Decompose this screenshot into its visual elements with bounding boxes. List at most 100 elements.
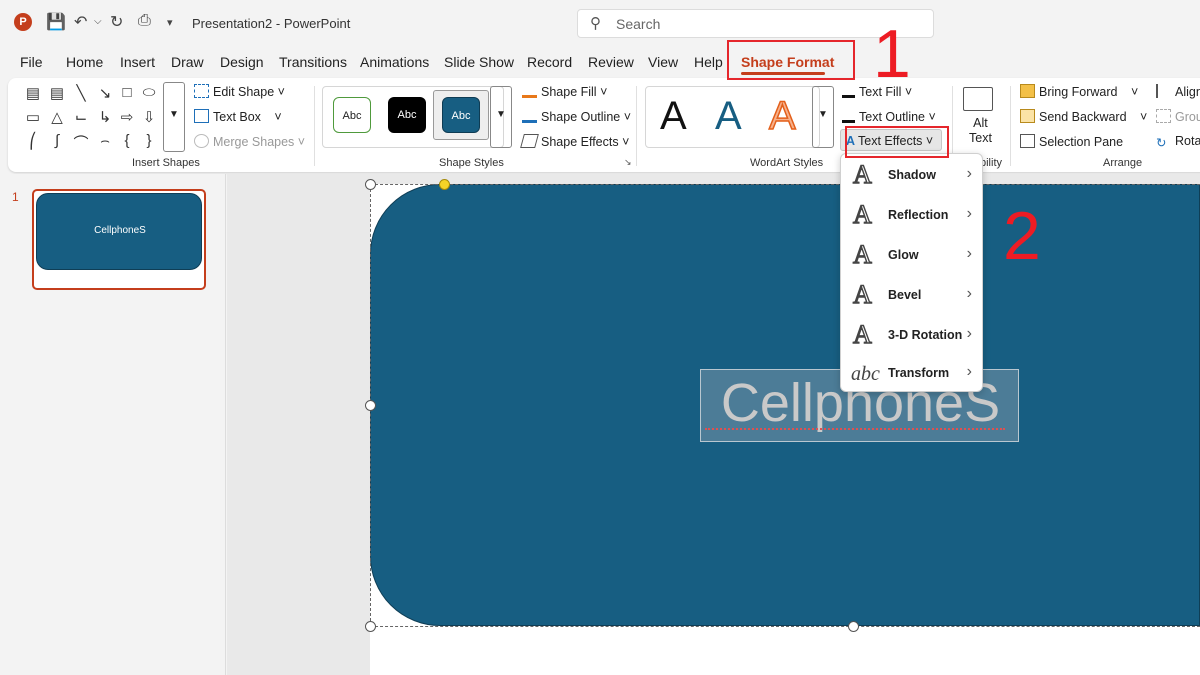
arrow-line-shape-icon[interactable]: ↘ [94, 84, 116, 102]
tab-view[interactable]: View [648, 54, 678, 70]
annotation-box-text-effects [845, 126, 949, 158]
shapes-gallery-more-button[interactable]: ▼ [163, 82, 185, 152]
bring-forward-icon [1020, 84, 1035, 98]
menu-item-transform[interactable]: abc Transform › [841, 354, 982, 394]
tab-animations[interactable]: Animations [360, 54, 429, 70]
save-icon[interactable]: 💾 [46, 12, 66, 32]
align-button[interactable]: Align [1156, 84, 1200, 99]
wordart-preset-blue[interactable]: A [715, 94, 742, 139]
menu-item-bevel[interactable]: A Bevel › [841, 276, 982, 316]
left-brace-shape-icon[interactable]: { [116, 132, 138, 149]
present-icon[interactable]: ⎙ [138, 12, 151, 30]
menu-item-shadow[interactable]: A Shadow › [841, 156, 982, 196]
resize-handle-middle-left[interactable] [365, 400, 376, 411]
selection-border-top [370, 184, 1200, 185]
text-outline-icon [842, 109, 855, 123]
bevel-effect-icon: A [852, 279, 872, 309]
align-icon [1156, 84, 1171, 98]
tab-home[interactable]: Home [66, 54, 103, 70]
tab-draw[interactable]: Draw [171, 54, 204, 70]
shape-styles-group-label: Shape Styles [439, 157, 504, 169]
resize-handle-bottom-middle[interactable] [848, 621, 859, 632]
merge-shapes-icon [194, 134, 209, 148]
tab-transitions[interactable]: Transitions [279, 54, 347, 70]
elbow-connector-shape-icon[interactable]: ⌙ [70, 108, 92, 126]
chevron-right-icon: › [966, 285, 972, 302]
customize-toolbar-icon[interactable]: ▾ [167, 16, 173, 29]
oval-shape-icon[interactable]: ⬭ [138, 84, 160, 101]
shape-styles-more-button[interactable]: ▼ [490, 86, 512, 148]
group-button[interactable]: Grou [1156, 109, 1200, 124]
dialog-launcher-icon[interactable]: ↘ [624, 157, 632, 168]
triangle-shape-icon[interactable]: △ [46, 108, 68, 126]
tab-record[interactable]: Record [527, 54, 572, 70]
arc-shape-icon[interactable]: ⌒ [70, 132, 92, 153]
arrange-group-label: Arrange [1103, 157, 1143, 169]
adjustment-handle[interactable] [439, 179, 450, 190]
shape-fill-button[interactable]: Shape Fill ˅ [522, 84, 607, 99]
alt-text-line2: Text [969, 131, 992, 145]
selection-pane-button[interactable]: Selection Pane [1020, 134, 1123, 149]
tab-file[interactable]: File [20, 54, 43, 70]
shape-effects-icon [520, 134, 539, 148]
send-backward-button[interactable]: Send Backward ˅ [1020, 109, 1147, 124]
wordart-more-button[interactable]: ▼ [812, 86, 834, 148]
slide-thumbnail[interactable]: CellphoneS [32, 189, 206, 290]
paint-bucket-icon [522, 84, 537, 98]
reflection-effect-icon: A [852, 199, 872, 229]
menu-item-label: 3-D Rotation [888, 328, 963, 342]
ribbon: ▤ ▤ ╲ ↘ □ ⬭ ▭ △ ⌙ ↳ ⇨ ⇩ ⎛ ∫ ⌒ ⌢ { } ▼ Ed… [8, 78, 1200, 172]
tab-review[interactable]: Review [588, 54, 634, 70]
right-brace-shape-icon[interactable]: } [138, 132, 160, 149]
thumbnail-shape: CellphoneS [36, 193, 202, 270]
shape-style-preset-1[interactable]: Abc [333, 97, 371, 133]
shape-style-preset-3[interactable]: Abc [442, 97, 480, 133]
resize-handle-top-left[interactable] [365, 179, 376, 190]
wordart-preset-black[interactable]: A [660, 94, 687, 139]
tab-slide-show[interactable]: Slide Show [444, 54, 514, 70]
menu-item-glow[interactable]: A Glow › [841, 236, 982, 276]
undo-icon[interactable]: ↶ [74, 12, 87, 32]
menu-item-3d-rotation[interactable]: A 3-D Rotation › [841, 316, 982, 356]
bring-forward-button[interactable]: Bring Forward ˅ [1020, 84, 1138, 99]
right-arrow-shape-icon[interactable]: ⇨ [116, 108, 138, 126]
transform-effect-icon: abc [851, 363, 880, 385]
scribble-shape-icon[interactable]: ∫ [46, 132, 68, 149]
menu-item-reflection[interactable]: A Reflection › [841, 196, 982, 236]
curve-shape-icon[interactable]: ⌢ [94, 132, 116, 149]
edit-shape-label: Edit Shape [213, 85, 275, 99]
wordart-preset-orange-outline[interactable]: A [768, 93, 796, 139]
edit-shape-button[interactable]: Edit Shape ˅ [194, 84, 285, 99]
resize-handle-bottom-left[interactable] [365, 621, 376, 632]
menu-item-label: Glow [888, 248, 919, 262]
text-box-button[interactable]: Text Box ˅ [194, 109, 282, 124]
line-shape-icon[interactable]: ╲ [70, 84, 92, 102]
chevron-down-icon: ▼ [818, 109, 828, 120]
slide-thumbnail-pane: 1 CellphoneS [0, 174, 226, 675]
merge-shapes-button[interactable]: Merge Shapes ˅ [194, 134, 305, 149]
spellcheck-underline [705, 428, 1005, 430]
vertical-text-box-shape-icon[interactable]: ▤ [46, 84, 68, 102]
text-box-shape-icon[interactable]: ▤ [22, 84, 44, 102]
redo-icon[interactable]: ↻ [110, 12, 123, 32]
shape-outline-button[interactable]: Shape Outline ˅ [522, 109, 631, 124]
alt-text-button[interactable]: Alt Text [969, 116, 992, 146]
shape-effects-button[interactable]: Shape Effects ˅ [520, 134, 629, 149]
text-outline-button[interactable]: Text Outline ˅ [842, 109, 936, 124]
elbow-arrow-shape-icon[interactable]: ↳ [94, 108, 116, 126]
group-icon [1156, 109, 1171, 123]
rectangle-shape-icon[interactable]: □ [116, 84, 138, 101]
annotation-box-shape-format-tab [727, 40, 855, 80]
tab-insert[interactable]: Insert [120, 54, 155, 70]
rotate-button[interactable]: ↻ Rota [1156, 134, 1200, 150]
tab-help[interactable]: Help [694, 54, 723, 70]
tab-design[interactable]: Design [220, 54, 264, 70]
shape-style-preset-2[interactable]: Abc [388, 97, 426, 133]
slide-number: 1 [12, 190, 19, 204]
shapes-gallery[interactable]: ▤ ▤ ╲ ↘ □ ⬭ ▭ △ ⌙ ↳ ⇨ ⇩ ⎛ ∫ ⌒ ⌢ { } [18, 82, 164, 152]
down-arrow-shape-icon[interactable]: ⇩ [138, 108, 160, 126]
rounded-rectangle-shape-icon[interactable]: ▭ [22, 108, 44, 126]
edit-shape-icon [194, 84, 209, 98]
freeform-shape-icon[interactable]: ⎛ [22, 132, 44, 150]
chevron-down-icon[interactable]: ⌵ [94, 16, 102, 27]
